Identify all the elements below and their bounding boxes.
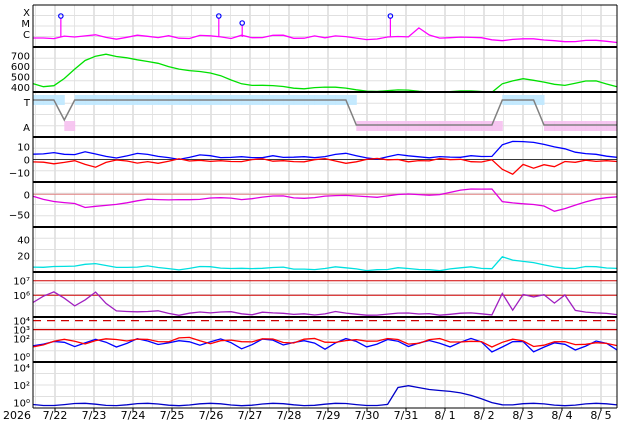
- sector-band: [64, 121, 76, 131]
- y-tick-label: 40: [17, 235, 30, 246]
- series-line: [32, 188, 618, 212]
- y-tick-label: C: [23, 30, 30, 41]
- y-tick-label: A: [23, 123, 30, 134]
- sector-band: [554, 121, 566, 131]
- y-tick-label: X: [23, 8, 30, 19]
- sector-band: [387, 121, 399, 131]
- sector-band: [377, 121, 389, 131]
- y-tick-label: 10²: [13, 381, 30, 392]
- space-weather-chart: XMC 400500600700 T A 10 0 −10 0 −50 20 40 10⁶ 10⁷ 10⁰…: [3, 4, 618, 422]
- x-axis-tick-label: 7/31: [394, 409, 419, 422]
- x-axis-tick-label: 8/ 2: [473, 409, 494, 422]
- y-tick-label: 0: [24, 156, 30, 167]
- sector-band: [606, 121, 618, 131]
- panel-solar-wind-speed: [32, 53, 618, 93]
- sector-band: [575, 121, 587, 131]
- sector-band: [585, 121, 597, 131]
- panel-electron-flux: [32, 280, 618, 316]
- y-tick-label: 500: [11, 72, 30, 83]
- panel-proton-flux: [32, 320, 618, 353]
- panel-imf-components: [32, 140, 618, 175]
- flare-marker: [239, 20, 246, 26]
- x-axis-tick-label: 7/28: [277, 409, 302, 422]
- y-tick-label: T: [23, 98, 31, 109]
- y-tick-label: 10⁷: [13, 277, 30, 288]
- sector-band: [356, 121, 368, 131]
- y-tick-label: 400: [11, 83, 30, 94]
- y-tick-label: 0: [24, 190, 30, 201]
- series-line: [32, 140, 618, 161]
- y-tick-label: −10: [9, 169, 30, 180]
- x-axis-tick-label: 7/22: [43, 409, 68, 422]
- y-tick-label: 10: [17, 142, 30, 153]
- x-axis-tick-label: 8/ 3: [512, 409, 533, 422]
- sector-band: [481, 121, 493, 131]
- sector-band: [408, 121, 420, 131]
- x-axis-tick-label: 8/ 5: [590, 409, 611, 422]
- y-tick-label: 10⁰: [13, 353, 30, 364]
- sector-band: [439, 121, 451, 131]
- y-tick-label: 10⁶: [13, 291, 30, 302]
- panel-density: [32, 237, 618, 272]
- x-axis-tick-label: 7/24: [121, 409, 146, 422]
- y-tick-label: 700: [11, 51, 30, 62]
- x-axis-year-label: 2026: [3, 409, 31, 422]
- y-tick-label: 600: [11, 62, 30, 73]
- series-line: [32, 256, 618, 272]
- series-line: [32, 53, 618, 93]
- x-axis-tick-label: 7/27: [238, 409, 263, 422]
- y-tick-label: 10⁴: [13, 317, 30, 328]
- y-tick-label: 20: [17, 252, 30, 263]
- series-line: [32, 157, 618, 175]
- x-axis-tick-label: 7/30: [355, 409, 380, 422]
- sector-band: [544, 121, 555, 131]
- x-axis-tick-label: 8/ 4: [551, 409, 572, 422]
- panel-high-energy-proton: [32, 373, 618, 407]
- sector-band: [398, 121, 409, 131]
- sector-band: [471, 121, 482, 131]
- panel-imf-sector: [33, 95, 618, 131]
- sector-band: [596, 121, 608, 131]
- x-axis-tick-label: 7/29: [316, 409, 341, 422]
- sector-band: [418, 121, 430, 131]
- x-axis-tick-label: 8/ 1: [434, 409, 455, 422]
- sector-band: [450, 121, 462, 131]
- y-tick-label: 10⁴: [13, 363, 30, 374]
- sector-band: [429, 121, 441, 131]
- series-line: [32, 385, 618, 407]
- series-line: [33, 27, 618, 44]
- sector-band: [460, 121, 472, 131]
- sector-band: [366, 121, 378, 131]
- x-axis-tick-label: 7/23: [82, 409, 107, 422]
- x-axis-tick-label: 7/26: [199, 409, 224, 422]
- y-tick-label: −50: [9, 211, 30, 222]
- y-tick-label: M: [21, 19, 30, 30]
- sector-band: [564, 121, 576, 131]
- panel-xray: [33, 13, 618, 44]
- panel-dst: [32, 188, 618, 217]
- x-axis-tick-label: 7/25: [160, 409, 185, 422]
